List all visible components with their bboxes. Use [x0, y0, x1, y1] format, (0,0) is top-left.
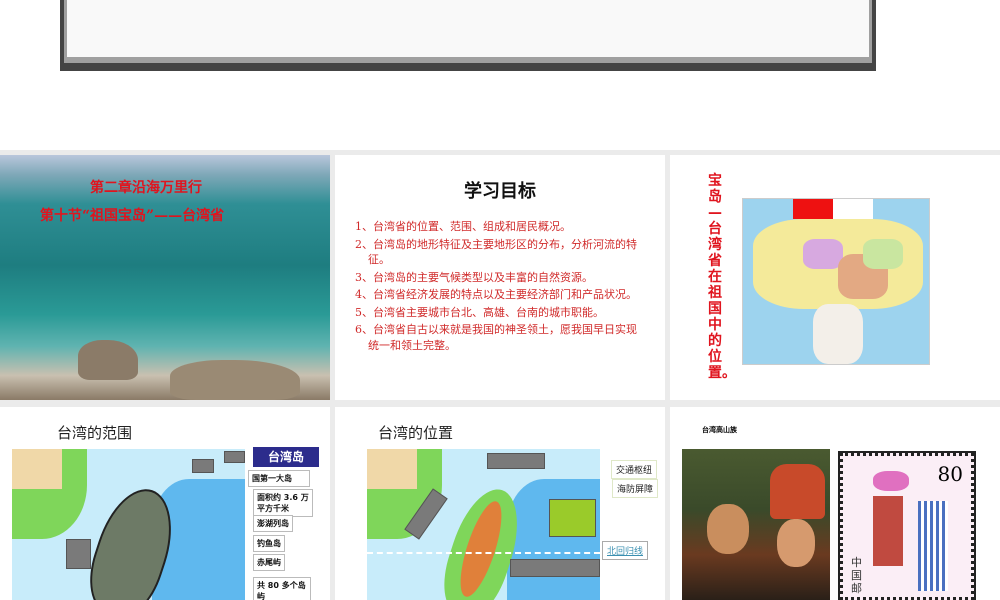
slide-title: 台湾的位置: [378, 424, 454, 442]
slide-title: 台湾高山族: [702, 426, 737, 434]
rock-image: [78, 340, 138, 380]
current-slide-frame: [60, 0, 876, 71]
info-box: 面积约 3.6 万平方千米: [253, 489, 313, 517]
stamp-image: 80 中国邮: [838, 451, 976, 600]
list-item: 6、台湾省自古以来就是我国的神圣领土，愿我国早日实现统一和领土完整。: [355, 323, 637, 352]
slide-title: 宝岛—台湾省在祖国中的位置。: [708, 173, 736, 381]
list-item: 4、台湾省经济发展的特点以及主要经济部门和产品状况。: [355, 288, 637, 301]
taiwan-location-map-image: [367, 449, 600, 600]
slide-title: 台湾的范围: [57, 424, 133, 442]
flag-image: [793, 199, 833, 219]
slide-thumbnail-4[interactable]: 台湾的范围 台湾岛 国第一大岛 面积约 3.6 万平方千米 澎湖列岛 钓鱼岛 赤…: [0, 407, 330, 600]
label-box: 交通枢纽: [611, 460, 658, 479]
stamp-country: 中国邮: [851, 556, 862, 595]
stamp-value: 80: [937, 462, 963, 486]
slide-subtitle: 第十节“祖国宝岛”——台湾省: [40, 208, 225, 224]
list-item: 5、台湾省主要城市台北、高雄、台南的城市职能。: [355, 305, 604, 319]
info-box: 共 80 多个岛屿: [253, 577, 311, 600]
people-photo: [682, 449, 830, 600]
label-box: 海防屏障: [612, 479, 659, 498]
slide-thumbnail-6[interactable]: 台湾高山族 80 中国邮: [670, 407, 1000, 600]
list-item: 1、台湾省的位置、范围、组成和居民概况。: [355, 220, 571, 233]
list-item: 3、台湾岛的主要气候类型以及丰富的自然资源。: [355, 270, 593, 284]
list-item: 2、台湾岛的地形特征及主要地形区的分布，分析河流的特征。: [355, 237, 637, 267]
tropic-of-cancer-link[interactable]: 北回归线: [602, 541, 649, 560]
info-box: 赤尾屿: [253, 554, 285, 571]
china-map-image: [742, 198, 930, 365]
taiwan-map-image: [12, 449, 245, 600]
slide-sorter-grid: 第二章沿海万里行 第十节“祖国宝岛”——台湾省 学习目标 1、台湾省的位置、范围…: [0, 150, 1000, 600]
info-box: 澎湖列岛: [253, 515, 293, 532]
heading-box: 台湾岛: [253, 447, 319, 467]
slide-title: 第二章沿海万里行: [90, 180, 202, 196]
info-box: 钓鱼岛: [253, 535, 285, 552]
rock-image: [170, 360, 300, 400]
slide-thumbnail-2[interactable]: 学习目标 1、台湾省的位置、范围、组成和居民概况。 2、台湾岛的地形特征及主要地…: [335, 155, 665, 400]
slide-title: 学习目标: [464, 181, 536, 202]
slide-thumbnail-3[interactable]: 宝岛—台湾省在祖国中的位置。: [670, 155, 1000, 400]
info-box: 国第一大岛: [248, 470, 310, 487]
objectives-list: 1、台湾省的位置、范围、组成和居民概况。 2、台湾岛的地形特征及主要地形区的分布…: [355, 219, 643, 353]
slide-thumbnail-1[interactable]: 第二章沿海万里行 第十节“祖国宝岛”——台湾省: [0, 155, 330, 400]
slide-thumbnail-5[interactable]: 台湾的位置 交通枢纽 海防屏障 北回归线: [335, 407, 665, 600]
